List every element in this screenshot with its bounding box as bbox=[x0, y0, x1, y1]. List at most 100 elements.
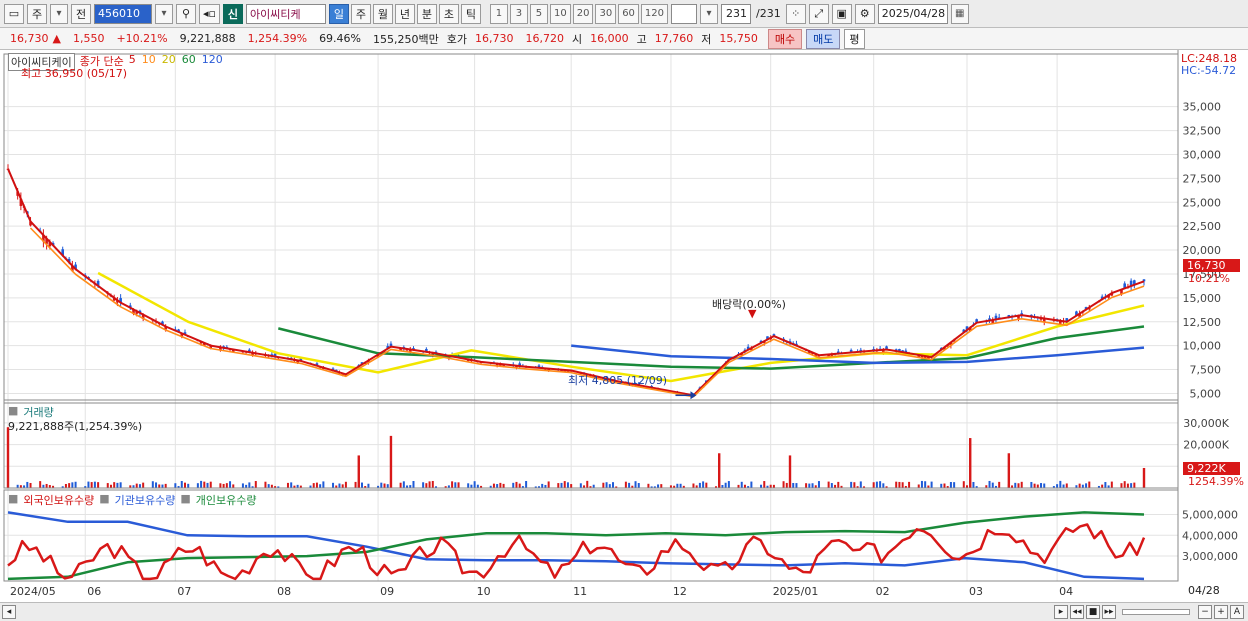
volume-bar bbox=[579, 483, 582, 488]
interval-dropdown-icon[interactable]: ▾ bbox=[700, 3, 719, 24]
interval-button[interactable]: 120 bbox=[640, 3, 669, 24]
volume-bar bbox=[196, 483, 199, 488]
dividend-arrow-icon: ▼ bbox=[748, 307, 757, 320]
font-size-icon[interactable]: A bbox=[1230, 605, 1244, 619]
interval-button[interactable]: 30 bbox=[595, 3, 617, 24]
period-tab[interactable]: 월 bbox=[372, 3, 393, 24]
volume-bar bbox=[241, 483, 244, 488]
holding-legend: ■ 외국인보유수량 ■ 기관보유수량 ■ 개인보유수량 bbox=[8, 492, 257, 508]
scroll-left-icon[interactable]: ◂ bbox=[2, 605, 16, 619]
interval-button[interactable]: 20 bbox=[572, 3, 594, 24]
high-annotation: 최고 36,950 (05/17) bbox=[21, 67, 128, 80]
time-axis-label: 2024/05 bbox=[10, 585, 56, 598]
volume-bar bbox=[602, 482, 605, 488]
draw-tool-icon[interactable]: ⤢ bbox=[808, 3, 829, 24]
period-tab[interactable]: 주 bbox=[350, 3, 371, 24]
volume-bar bbox=[1104, 482, 1107, 488]
hold-tick-label: 5,000,000 bbox=[1182, 508, 1238, 521]
volume-bar bbox=[560, 482, 563, 488]
save-icon[interactable]: ▣ bbox=[831, 3, 852, 24]
zoom-in-icon[interactable]: + bbox=[1214, 605, 1228, 619]
volume-bar bbox=[785, 482, 788, 488]
code-dropdown-icon[interactable]: ▾ bbox=[155, 3, 173, 24]
volume-bar bbox=[895, 481, 898, 488]
up-arrow-icon: ▲ bbox=[52, 32, 61, 45]
average-button[interactable]: 평 bbox=[844, 28, 865, 49]
volume-bar bbox=[264, 481, 267, 488]
volume-bar bbox=[174, 483, 177, 488]
period-tab[interactable]: 일 bbox=[328, 3, 349, 24]
window-icon[interactable]: ▭ bbox=[4, 3, 24, 24]
market-select[interactable]: 주 bbox=[27, 3, 47, 24]
gear-icon[interactable]: ⚙ bbox=[854, 3, 875, 24]
volume-bar bbox=[116, 482, 119, 488]
sell-button[interactable]: 매도 bbox=[806, 28, 841, 49]
interval-button[interactable]: 5 bbox=[529, 3, 548, 24]
volume-bar bbox=[805, 483, 808, 488]
period-tab[interactable]: 초 bbox=[438, 3, 459, 24]
interval-button[interactable]: 60 bbox=[618, 3, 639, 24]
interval-button[interactable]: 1 bbox=[489, 3, 508, 24]
volume-bar bbox=[344, 481, 347, 488]
volume-bar-peak bbox=[1007, 453, 1011, 488]
ma-legend-item[interactable]: 120 bbox=[202, 53, 223, 71]
ma-legend-item[interactable]: 5 bbox=[129, 53, 136, 71]
search-icon[interactable]: ⚲ bbox=[176, 3, 196, 24]
forward-icon[interactable]: ▸▸ bbox=[1102, 605, 1116, 619]
volume-bar bbox=[949, 482, 952, 488]
interval-button[interactable]: 10 bbox=[549, 3, 571, 24]
price-tick-label: 15,000 bbox=[1183, 292, 1222, 305]
volume-bar bbox=[702, 481, 705, 488]
volume-bar bbox=[158, 484, 161, 488]
chart-area[interactable]: 35,000 32,500 30,000 27,500 25,000 22,500 20,0… bbox=[0, 50, 1248, 602]
volume-bar bbox=[113, 482, 116, 488]
calendar-icon[interactable]: ▦ bbox=[950, 3, 969, 24]
volume-bar bbox=[232, 484, 235, 488]
chevron-down-icon[interactable]: ▾ bbox=[50, 3, 68, 24]
ma-legend-item[interactable]: 60 bbox=[182, 53, 196, 71]
volume-bar bbox=[45, 483, 48, 488]
volume-bar bbox=[1033, 483, 1036, 488]
holding-legend-item[interactable]: 개인보유수량 bbox=[196, 492, 257, 508]
low-annotation: 최저 4,805 (12/09) bbox=[568, 374, 668, 387]
volume-pct-tag: 1254.39% bbox=[1188, 475, 1244, 488]
volume-bar bbox=[151, 481, 154, 488]
price-tick-label: 30,000 bbox=[1183, 148, 1222, 161]
period-tab[interactable]: 분 bbox=[416, 3, 437, 24]
turnover-rate: 69.46% bbox=[319, 32, 362, 45]
ma-legend-item[interactable]: 10 bbox=[142, 53, 156, 71]
stop-icon[interactable]: ■ bbox=[1086, 605, 1100, 619]
page-count-input[interactable]: 231 bbox=[721, 3, 752, 24]
period-tab[interactable]: 년 bbox=[394, 3, 415, 24]
rewind-icon[interactable]: ◂◂ bbox=[1070, 605, 1084, 619]
buy-button[interactable]: 매수 bbox=[767, 28, 803, 49]
volume-bar bbox=[367, 483, 370, 488]
custom-interval-input[interactable] bbox=[671, 3, 698, 24]
zoom-slider[interactable] bbox=[1122, 609, 1190, 615]
volume-bar bbox=[660, 484, 663, 488]
volume-bar bbox=[570, 484, 573, 488]
speaker-icon[interactable]: ◂▫ bbox=[199, 3, 220, 24]
trade-amount: 155,250백만 bbox=[373, 32, 439, 46]
volume-bar bbox=[853, 482, 856, 488]
stock-code-input[interactable]: 456010 bbox=[94, 3, 152, 24]
holding-legend-item[interactable]: 기관보유수량 bbox=[115, 492, 176, 508]
zoom-out-icon[interactable]: − bbox=[1198, 605, 1212, 619]
volume-bar bbox=[859, 481, 862, 488]
prev-button[interactable]: 전 bbox=[71, 3, 91, 24]
scroll-right-icon[interactable]: ▸ bbox=[1054, 605, 1068, 619]
volume-bar bbox=[634, 481, 637, 488]
period-tab[interactable]: 틱 bbox=[460, 3, 481, 24]
ma-legend-item[interactable]: 20 bbox=[162, 53, 176, 71]
chart-canvas[interactable]: 35,000 32,500 30,000 27,500 25,000 22,500 20,0… bbox=[0, 50, 1248, 602]
volume-bar bbox=[782, 481, 785, 488]
volume-bar bbox=[637, 483, 640, 488]
holding-legend-item[interactable]: 외국인보유수량 bbox=[23, 492, 94, 508]
volume-bar bbox=[319, 484, 322, 488]
date-input[interactable]: 2025/04/28 bbox=[877, 3, 948, 24]
volume-bar bbox=[1020, 481, 1023, 488]
interval-button[interactable]: 3 bbox=[509, 3, 528, 24]
volume-bar bbox=[229, 481, 232, 488]
volume-bar bbox=[817, 481, 820, 488]
compare-icon[interactable]: ⁘ bbox=[785, 3, 806, 24]
